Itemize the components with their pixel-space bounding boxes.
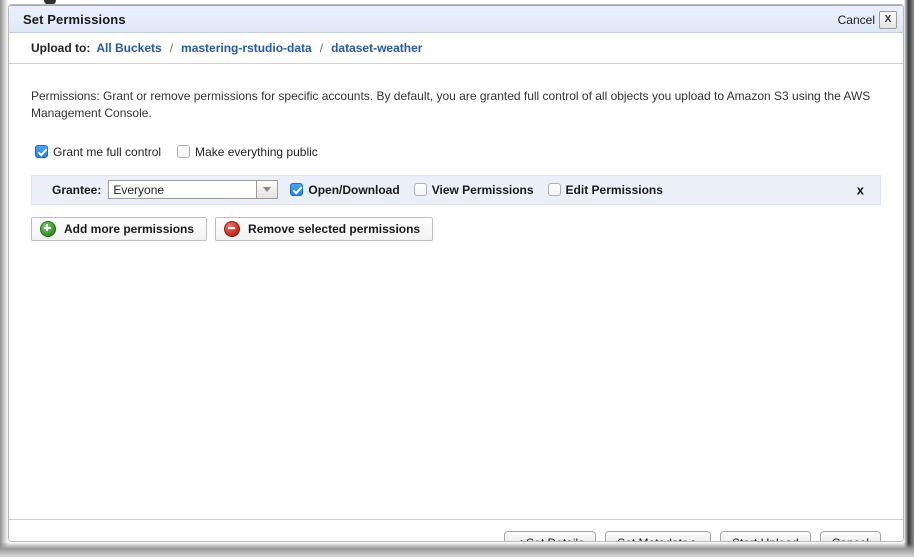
checkbox-view-permissions[interactable]: View Permissions — [413, 182, 534, 197]
checkbox-grant-me-full-control-label: Grant me full control — [53, 144, 162, 159]
permissions-description: Permissions: Grant or remove permissions… — [31, 89, 871, 121]
chevron-down-glyph — [263, 187, 272, 193]
global-permission-checkboxes: Grant me full control Make everything pu… — [35, 144, 903, 159]
permission-action-buttons: Add more permissions Remove selected per… — [31, 216, 881, 241]
remove-selected-permissions-label: Remove selected permissions — [248, 221, 421, 236]
titlebar-cancel-link[interactable]: Cancel — [838, 13, 875, 27]
breadcrumb-label: Upload to: — [31, 41, 91, 55]
breadcrumb-item-folder[interactable]: dataset-weather — [331, 41, 422, 55]
checkbox-grant-me-full-control[interactable]: Grant me full control — [35, 144, 162, 159]
dialog-title: Set Permissions — [23, 11, 126, 27]
dialog-titlebar: Set Permissions Cancel X — [9, 5, 903, 33]
close-icon[interactable]: X — [879, 11, 897, 29]
page-backdrop: Set Permissions Cancel X Upload to: All … — [0, 0, 914, 557]
set-permissions-dialog: Set Permissions Cancel X Upload to: All … — [8, 4, 904, 542]
checkbox-grant-me-full-control-box[interactable] — [35, 144, 48, 158]
plus-circle-icon — [40, 220, 56, 237]
checkbox-make-everything-public[interactable]: Make everything public — [177, 144, 318, 159]
checkbox-edit-permissions-label: Edit Permissions — [565, 182, 663, 197]
grantee-row: Grantee: Open/Download View Permissions … — [31, 174, 881, 205]
grantee-select[interactable] — [108, 180, 279, 200]
checkbox-open-download[interactable]: Open/Download — [290, 182, 400, 197]
breadcrumb-item-bucket[interactable]: mastering-rstudio-data — [181, 41, 312, 55]
checkbox-view-permissions-box[interactable] — [413, 183, 427, 197]
minus-circle-icon — [224, 220, 241, 237]
start-upload-button[interactable]: Start Upload — [719, 530, 811, 541]
checkbox-view-permissions-label: View Permissions — [431, 182, 534, 197]
checkbox-make-everything-public-label: Make everything public — [195, 144, 318, 159]
grantee-input[interactable] — [108, 180, 257, 200]
chevron-down-icon[interactable] — [256, 180, 279, 200]
window-shadow-bottom — [0, 543, 914, 557]
window-shadow-right — [904, 0, 914, 557]
checkbox-make-everything-public-box[interactable] — [177, 144, 191, 158]
set-metadata-button[interactable]: Set Metadata > — [605, 530, 711, 541]
window-shadow-left — [0, 0, 8, 557]
add-more-permissions-label: Add more permissions — [64, 221, 195, 236]
remove-selected-permissions-button[interactable]: Remove selected permissions — [215, 216, 434, 241]
breadcrumb: Upload to: All Buckets / mastering-rstud… — [9, 33, 903, 64]
set-details-button[interactable]: < Set Details — [503, 530, 597, 541]
dialog-footer: < Set Details Set Metadata > Start Uploa… — [9, 519, 903, 541]
titlebar-actions: Cancel X — [838, 6, 897, 34]
breadcrumb-separator: / — [169, 41, 174, 55]
dialog-body: Permissions: Grant or remove permissions… — [9, 88, 903, 541]
breadcrumb-separator: / — [319, 41, 324, 55]
checkbox-open-download-label: Open/Download — [308, 182, 400, 197]
cancel-button[interactable]: Cancel — [819, 530, 881, 541]
checkbox-edit-permissions[interactable]: Edit Permissions — [547, 182, 663, 197]
grantee-label: Grantee: — [52, 182, 102, 197]
remove-grantee-x-icon[interactable]: x — [857, 182, 864, 197]
add-more-permissions-button[interactable]: Add more permissions — [31, 216, 208, 241]
breadcrumb-item-all-buckets[interactable]: All Buckets — [96, 41, 161, 55]
checkbox-open-download-box[interactable] — [290, 183, 304, 197]
checkbox-edit-permissions-box[interactable] — [547, 183, 561, 197]
